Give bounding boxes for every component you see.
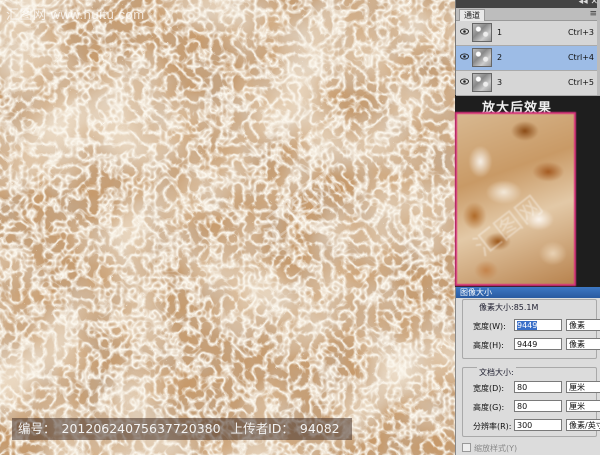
doc-width-input[interactable]: 80 — [514, 381, 562, 393]
doc-height-row: 高度(G): 80 厘米▾ — [463, 399, 600, 415]
channels-panel-titlebar[interactable]: ◂◂ ✕ — [456, 0, 600, 8]
channel-row-3[interactable]: 3 Ctrl+5 — [456, 71, 600, 96]
resolution-label: 分辨率(R): — [473, 422, 512, 431]
pixel-width-row: 宽度(W): 9449 像素▾ — [463, 318, 600, 334]
channel-shortcut: Ctrl+3 — [567, 28, 594, 37]
doc-height-label: 高度(G): — [473, 403, 505, 412]
resolution-unit: 像素/英寸 — [569, 421, 600, 430]
scale-styles-label: 缩放样式(Y) — [474, 444, 518, 453]
checkbox-icon — [462, 443, 471, 452]
doc-width-unit: 厘米 — [569, 383, 585, 392]
resolution-row: 分辨率(R): 300 像素/英寸▾ — [463, 418, 600, 434]
doc-width-label: 宽度(D): — [473, 384, 505, 393]
doc-width-unit-select[interactable]: 厘米▾ — [566, 381, 600, 393]
channel-row-2[interactable]: 2 Ctrl+4 — [456, 46, 600, 71]
pixel-dimensions-group: 像素大小:85.1M 宽度(W): 9449 像素▾ 高度(H): 9449 像… — [462, 299, 600, 359]
marble-texture-canvas: 汇图网 www.huitu.com 汇图网 编号： 201206240756377… — [0, 0, 455, 455]
channel-row-1[interactable]: 1 Ctrl+3 — [456, 21, 600, 46]
collapse-icon[interactable]: ◂◂ ✕ — [579, 0, 598, 7]
channel-name: 1 — [497, 28, 503, 37]
channel-thumbnail — [472, 23, 492, 42]
channels-tabbar: 通道 ≡ — [456, 8, 600, 21]
caption-bar: 编号： 20120624075637720380 上传者ID： 94082 — [12, 418, 352, 440]
pixel-height-row: 高度(H): 9449 像素▾ — [463, 337, 600, 353]
channel-name: 3 — [497, 78, 503, 87]
document-size-label: 文档大小: — [477, 367, 516, 378]
pixel-width-unit: 像素 — [569, 321, 585, 330]
dialog-title: 图像大小 — [456, 287, 600, 298]
channel-shortcut: Ctrl+5 — [567, 78, 594, 87]
caption-id-label: 编号： — [18, 421, 56, 436]
eye-icon[interactable] — [460, 53, 469, 60]
eye-icon[interactable] — [460, 78, 469, 85]
channel-thumbnail — [472, 73, 492, 92]
channel-name: 2 — [497, 53, 503, 62]
resolution-input[interactable]: 300 — [514, 419, 562, 431]
doc-width-row: 宽度(D): 80 厘米▾ — [463, 380, 600, 396]
document-size-group: 文档大小: 宽度(D): 80 厘米▾ 高度(G): 80 厘米▾ 分辨率(R)… — [462, 367, 600, 437]
pixel-width-label: 宽度(W): — [473, 322, 506, 331]
caption-uploader-value: 94082 — [299, 421, 340, 436]
pixel-width-input[interactable]: 9449 — [514, 319, 562, 331]
scale-styles-checkbox[interactable]: 缩放样式(Y) — [462, 443, 517, 454]
image-size-dialog: 图像大小 像素大小:85.1M 宽度(W): 9449 像素▾ 高度(H): 9… — [455, 287, 600, 455]
pixel-height-unit: 像素 — [569, 340, 585, 349]
panel-menu-icon[interactable]: ≡ — [589, 8, 597, 20]
pixel-height-label: 高度(H): — [473, 341, 504, 350]
channel-thumbnail — [472, 48, 492, 67]
zoom-preview: 汇图网 — [455, 112, 576, 286]
pixel-height-input[interactable]: 9449 — [514, 338, 562, 350]
caption-uploader-label: 上传者ID： — [230, 421, 294, 436]
channel-shortcut: Ctrl+4 — [567, 53, 594, 62]
channels-panel: ◂◂ ✕ 通道 ≡ 1 Ctrl+3 2 Ctrl+4 3 Ctrl+5 — [455, 0, 600, 96]
pixel-dimensions-label: 像素大小:85.1M — [477, 302, 541, 313]
caption-id-value: 20120624075637720380 — [61, 421, 221, 436]
pixel-width-unit-select[interactable]: 像素▾ — [566, 319, 600, 331]
pixel-width-value: 9449 — [517, 321, 538, 330]
doc-height-unit: 厘米 — [569, 402, 585, 411]
watermark-site: 汇图网 www.huitu.com — [6, 7, 145, 22]
resolution-unit-select[interactable]: 像素/英寸▾ — [566, 419, 600, 431]
tab-channels[interactable]: 通道 — [459, 9, 485, 21]
marble-texture-image — [0, 0, 455, 455]
doc-height-input[interactable]: 80 — [514, 400, 562, 412]
doc-height-unit-select[interactable]: 厘米▾ — [566, 400, 600, 412]
watermark-logo: 汇图网 — [468, 190, 549, 263]
pixel-height-unit-select[interactable]: 像素▾ — [566, 338, 600, 350]
eye-icon[interactable] — [460, 28, 469, 35]
